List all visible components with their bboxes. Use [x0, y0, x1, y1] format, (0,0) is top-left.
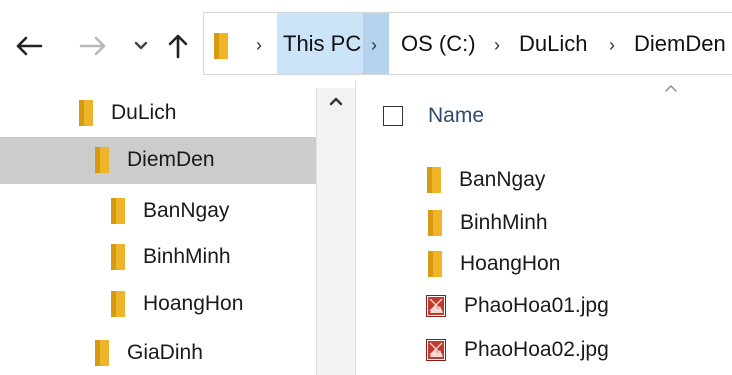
breadcrumb-dulich[interactable]: DuLich	[519, 31, 587, 57]
folder-icon	[111, 198, 125, 224]
file-item-banngay[interactable]: BanNgay	[427, 162, 545, 198]
breadcrumb-separator-icon[interactable]: ›	[256, 35, 262, 56]
file-item-phaohoa02[interactable]: PhaoHoa02.jpg	[426, 332, 609, 368]
folder-icon	[428, 251, 442, 277]
tree-item-dulich[interactable]: DuLich	[79, 93, 176, 133]
folder-icon	[111, 291, 125, 317]
image-file-icon	[426, 339, 446, 361]
folder-icon	[214, 33, 228, 59]
tree-item-label: HoangHon	[143, 292, 244, 315]
tree-item-binhminh[interactable]: BinhMinh	[111, 237, 231, 277]
file-item-binhminh[interactable]: BinhMinh	[428, 205, 548, 241]
tree-item-diemden[interactable]: DiemDen	[95, 140, 215, 180]
up-button[interactable]	[163, 26, 193, 66]
tree-item-label: DuLich	[111, 101, 177, 124]
folder-icon	[79, 100, 93, 126]
breadcrumb-os-c[interactable]: OS (C:)	[401, 31, 476, 57]
recent-locations-button[interactable]	[130, 26, 152, 66]
tree-item-label: BinhMinh	[143, 245, 231, 268]
tree-item-label: GiaDinh	[127, 341, 203, 364]
file-item-phaohoa01[interactable]: PhaoHoa01.jpg	[426, 288, 609, 324]
breadcrumb-this-pc[interactable]: This PC	[283, 31, 361, 57]
back-button[interactable]	[12, 26, 46, 66]
tree-item-label: BanNgay	[143, 199, 230, 222]
up-arrow-icon	[168, 34, 188, 59]
scroll-up-icon[interactable]	[329, 96, 343, 106]
folder-icon	[95, 340, 109, 366]
file-name: BanNgay	[459, 168, 546, 191]
file-name: PhaoHoa01.jpg	[464, 294, 609, 317]
back-arrow-icon	[16, 36, 43, 56]
file-item-hoanghon[interactable]: HoangHon	[428, 246, 560, 282]
tree-item-banngay[interactable]: BanNgay	[111, 191, 229, 231]
chevron-down-icon	[134, 41, 148, 50]
image-file-icon	[426, 295, 446, 317]
tree-item-label: DiemDen	[127, 148, 215, 171]
folder-icon	[95, 147, 109, 173]
file-name: HoangHon	[460, 252, 561, 275]
tree-item-hoanghon[interactable]: HoangHon	[111, 284, 243, 324]
breadcrumb-separator-icon[interactable]: ›	[609, 35, 615, 56]
breadcrumb-diemden[interactable]: DiemDen	[634, 31, 726, 57]
name-column-header[interactable]: Name	[428, 104, 484, 128]
forward-arrow-icon	[79, 36, 106, 56]
tree-item-giadinh[interactable]: GiaDinh	[95, 333, 203, 373]
sort-ascending-icon	[665, 85, 677, 92]
address-bar[interactable]: › This PC › OS (C:) › DuLich › DiemDen	[203, 12, 732, 75]
breadcrumb-separator-icon[interactable]: ›	[494, 35, 500, 56]
folder-icon	[427, 167, 441, 193]
select-all-checkbox[interactable]	[383, 106, 403, 126]
file-name: PhaoHoa02.jpg	[464, 338, 609, 361]
breadcrumb-separator-icon[interactable]: ›	[371, 35, 377, 56]
pane-divider[interactable]	[355, 80, 356, 375]
forward-button[interactable]	[76, 26, 110, 66]
folder-icon	[428, 210, 442, 236]
tree-scrollbar[interactable]	[316, 88, 355, 375]
file-name: BinhMinh	[460, 211, 548, 234]
folder-icon	[111, 244, 125, 270]
